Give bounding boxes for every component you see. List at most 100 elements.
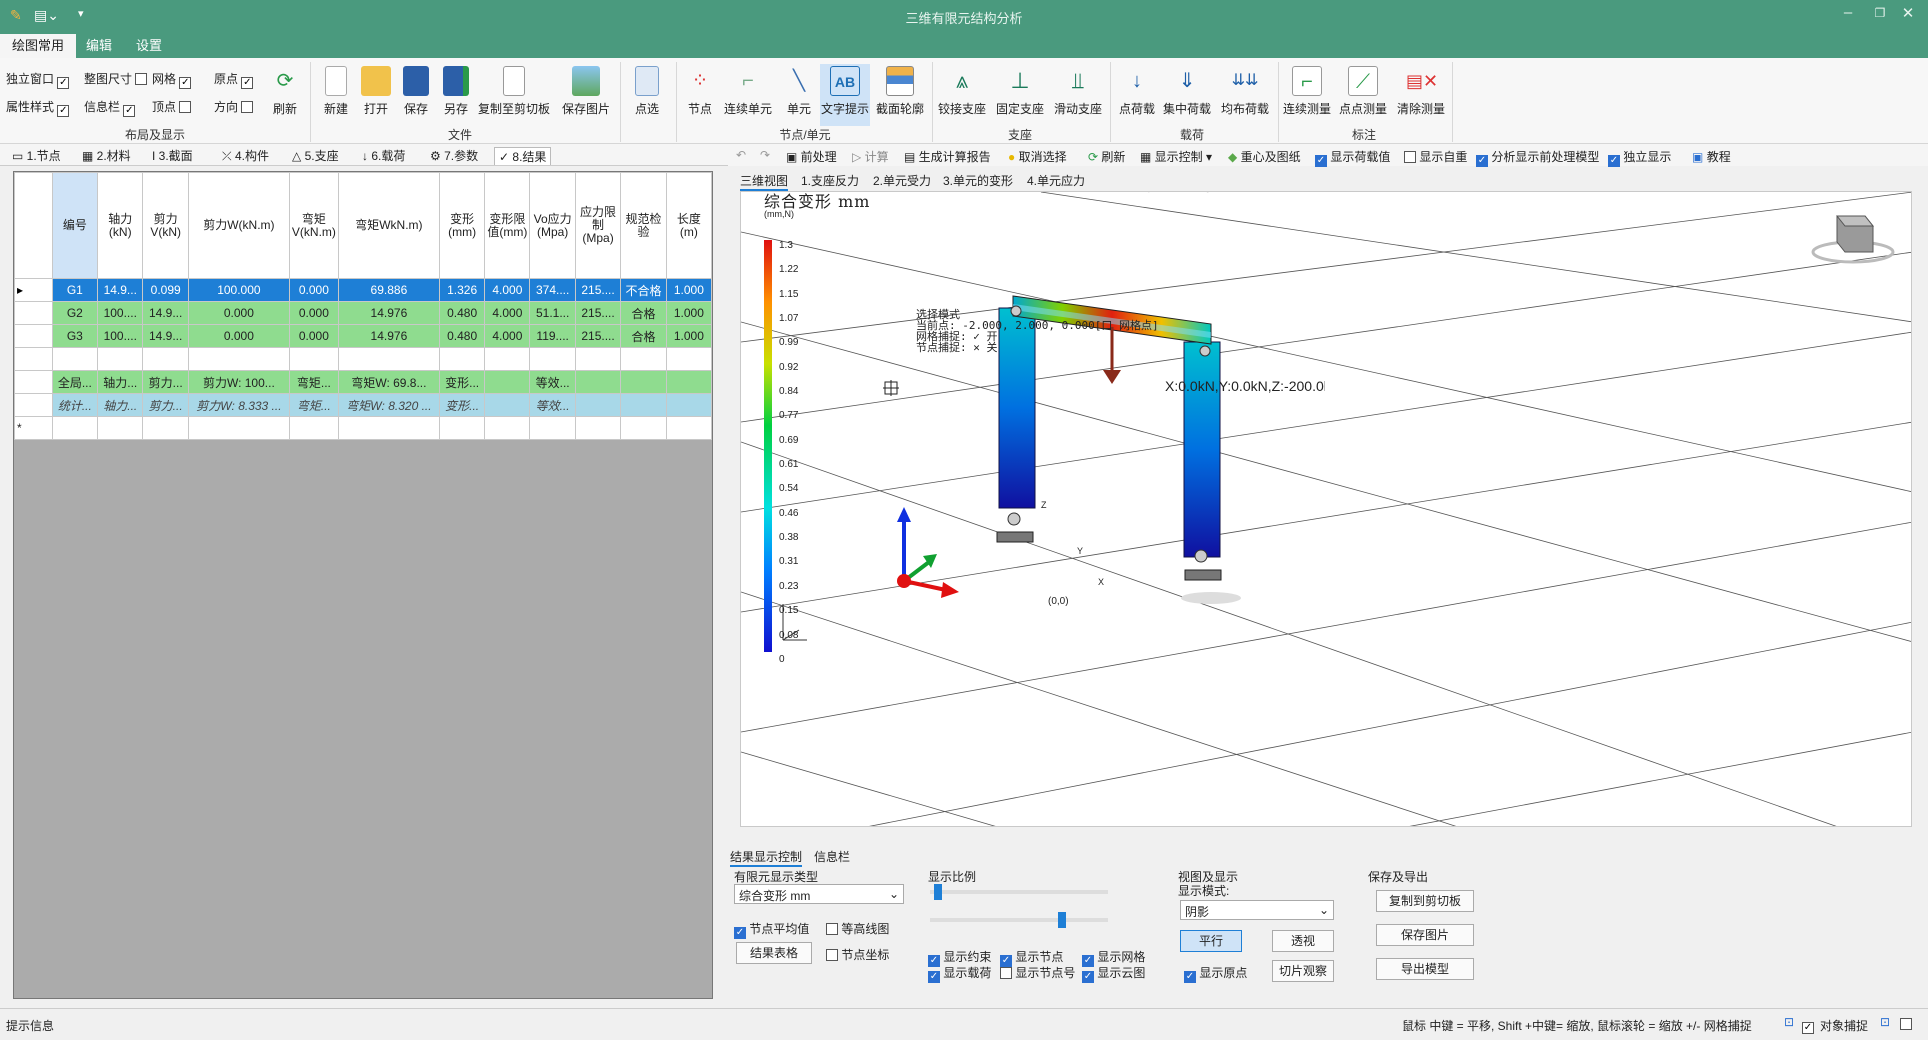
node[interactable] xyxy=(1199,345,1211,357)
column-header[interactable]: 弯矩V(kN.m) xyxy=(288,172,339,279)
refresh-button[interactable]: ⟳ 刷新 xyxy=(262,64,308,126)
check-show-cloud[interactable]: ✓ 显示云图 xyxy=(1082,964,1145,983)
check-property-style[interactable]: 属性样式 ✓ xyxy=(6,98,70,117)
check-standalone-window[interactable]: 独立窗口 ✓ xyxy=(6,70,70,89)
zoom-icon[interactable]: ⚲ xyxy=(1201,192,1214,195)
table-cell[interactable]: 119.... xyxy=(529,324,576,348)
refresh-view-button[interactable]: ⟳ 刷新 xyxy=(1088,148,1125,165)
checkbox[interactable]: ✓ xyxy=(57,105,70,117)
check-node-average[interactable]: ✓ 节点平均值 xyxy=(734,920,809,939)
check-node-coords[interactable]: 节点坐标 xyxy=(826,946,889,963)
deselect-button[interactable]: ● 取消选择 xyxy=(1008,148,1067,165)
column-header[interactable]: 轴力(kN) xyxy=(97,172,144,279)
continuous-measure-button[interactable]: ⌐ 连续测量 xyxy=(1280,64,1334,126)
orbit-icon[interactable]: ◉ xyxy=(1141,192,1157,195)
row-selector[interactable] xyxy=(14,324,53,348)
table-cell[interactable]: 0.000 xyxy=(187,301,290,325)
checkbox[interactable]: ✓ xyxy=(1315,155,1327,167)
scale-slider-1[interactable] xyxy=(930,890,1108,894)
table-cell[interactable]: 100.... xyxy=(97,301,144,325)
table-row[interactable]: G3 100.... 14.9... 0.000 0.000 14.976 0.480 4.0… xyxy=(14,324,713,348)
checkbox[interactable]: ✓ xyxy=(179,77,192,89)
table-cell[interactable]: 轴力... xyxy=(97,370,144,394)
table-cell[interactable] xyxy=(665,370,713,394)
table-cell[interactable]: 4.000 xyxy=(484,324,531,348)
table-cell[interactable]: 统计... xyxy=(51,393,99,417)
table-cell[interactable]: 215.... xyxy=(574,278,622,302)
column-header[interactable]: 应力限制(Mpa) xyxy=(574,172,622,279)
summary-row-global[interactable]: 全局... 轴力... 剪力... 剪力W: 100... 弯矩... 弯矩W: 69.8… xyxy=(14,370,713,394)
undo-icon[interactable]: ↶ xyxy=(736,148,746,162)
table-row[interactable]: G2 100.... 14.9... 0.000 0.000 14.976 0.480 4.0… xyxy=(14,301,713,325)
table-cell[interactable]: 轴力... xyxy=(97,393,144,417)
table-cell[interactable]: 0.000 xyxy=(288,301,339,325)
pan-icon[interactable]: ✥ xyxy=(1231,192,1246,195)
text-hint-button[interactable]: AB 文字提示 xyxy=(820,64,870,126)
sliding-support-button[interactable]: ⫫ 滑动支座 xyxy=(1051,64,1105,126)
table-cell[interactable]: 4.000 xyxy=(484,301,531,325)
table-cell[interactable]: 等效... xyxy=(529,370,576,394)
table-cell[interactable]: 215.... xyxy=(574,324,622,348)
column-right[interactable] xyxy=(1183,341,1221,558)
table-cell[interactable]: 0.480 xyxy=(438,324,486,348)
tab-edit[interactable]: 编辑 xyxy=(74,34,124,58)
tab-3d-view[interactable]: 三维视图 xyxy=(740,172,789,191)
table-cell[interactable]: 弯矩W: 8.320 ... xyxy=(337,393,440,417)
check-fit-size[interactable]: 整图尺寸 xyxy=(84,70,148,87)
check-info-bar[interactable]: 信息栏 ✓ xyxy=(84,98,136,117)
copy-clipboard-panel-button[interactable]: 复制到剪切板 xyxy=(1376,890,1474,912)
tab-drawing[interactable]: 绘图常用 xyxy=(0,34,77,58)
check-show-loads[interactable]: ✓ 显示载荷 xyxy=(928,964,991,983)
tab-params[interactable]: ⚙ 7.参数 xyxy=(430,147,478,165)
copy-clipboard-button[interactable]: 复制至剪切板 xyxy=(474,64,554,126)
column-header[interactable]: 长度(m) xyxy=(665,172,713,279)
column-header[interactable]: 剪力V(kN) xyxy=(142,172,189,279)
minimize-icon[interactable]: – xyxy=(1834,4,1862,26)
column-header[interactable]: 变形(mm) xyxy=(438,172,486,279)
check-show-origin[interactable]: ✓ 显示原点 xyxy=(1184,964,1247,983)
centroid-button[interactable]: ◆ 重心及图纸 xyxy=(1228,148,1301,165)
checkbox[interactable]: ✓ xyxy=(1802,1022,1814,1034)
fixed-support-button[interactable]: ⊥ 固定支座 xyxy=(993,64,1047,126)
row-selector-icon[interactable]: ▸ xyxy=(14,278,53,302)
tab-info-bar[interactable]: 信息栏 xyxy=(814,848,850,865)
save-image-button[interactable]: 保存图片 xyxy=(556,64,616,126)
home-icon[interactable]: ⌂ xyxy=(1111,192,1122,195)
table-cell[interactable]: 弯矩... xyxy=(288,370,339,394)
tab-members[interactable]: ⤫ 4.构件 xyxy=(222,147,269,165)
result-table-button[interactable]: 结果表格 xyxy=(736,942,812,964)
display-control-dropdown[interactable]: ▦ 显示控制 ▾ xyxy=(1140,148,1212,165)
export-model-button[interactable]: 导出模型 xyxy=(1376,958,1474,980)
table-cell[interactable]: 51.1... xyxy=(529,301,576,325)
table-cell[interactable]: 变形... xyxy=(438,393,486,417)
checkbox[interactable]: ✓ xyxy=(123,105,136,117)
check-standalone-display[interactable]: ✓ 独立显示 xyxy=(1608,148,1671,167)
checkbox[interactable] xyxy=(1000,967,1012,979)
check-contour[interactable]: 等高线图 xyxy=(826,920,889,937)
tab-supports[interactable]: △ 5.支座 xyxy=(292,147,339,165)
check-self-weight[interactable]: 显示自重 xyxy=(1404,148,1467,165)
table-cell[interactable]: 4.000 xyxy=(484,278,531,302)
point-measure-button[interactable]: ⟋ 点点测量 xyxy=(1336,64,1390,126)
table-cell[interactable] xyxy=(484,393,531,417)
tab-element-forces[interactable]: 2.单元受力 xyxy=(873,172,931,189)
table-cell[interactable]: 剪力... xyxy=(142,393,189,417)
checkbox[interactable]: ✓ xyxy=(734,927,746,939)
view-cube[interactable] xyxy=(1811,215,1895,264)
checkbox[interactable] xyxy=(1404,151,1416,163)
table-cell[interactable]: 变形... xyxy=(438,370,486,394)
check-load-values[interactable]: ✓ 显示荷载值 xyxy=(1315,148,1390,167)
section-outline-button[interactable]: 截面轮廓 xyxy=(873,64,927,126)
check-preprocess-model[interactable]: ✓ 分析显示前处理模型 xyxy=(1476,148,1599,167)
table-cell[interactable] xyxy=(484,370,531,394)
check-vertex[interactable]: 顶点 xyxy=(152,98,192,115)
scale-slider-2[interactable] xyxy=(930,918,1108,922)
tab-nodes[interactable]: ▭ 1.节点 xyxy=(12,147,61,165)
table-cell[interactable]: 1.326 xyxy=(438,278,486,302)
table-cell[interactable]: 14.9... xyxy=(97,278,144,302)
column-header[interactable]: 弯矩WkN.m) xyxy=(337,172,440,279)
fullscreen-icon[interactable]: ⤢ xyxy=(1291,192,1305,195)
table-cell[interactable]: 0.480 xyxy=(438,301,486,325)
column-header[interactable]: 编号 xyxy=(51,172,99,279)
table-cell[interactable]: 14.9... xyxy=(142,301,189,325)
